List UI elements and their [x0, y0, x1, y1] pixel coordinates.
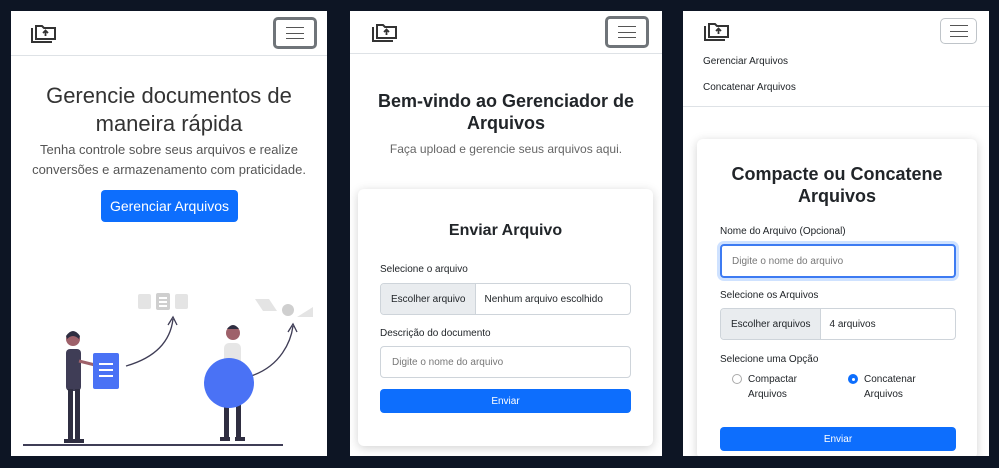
file-label: Selecione o arquivo: [380, 264, 468, 275]
radio-compress[interactable]: [732, 374, 742, 384]
logo-icon[interactable]: [31, 23, 57, 45]
description-input[interactable]: Digite o nome do arquivo: [380, 346, 631, 378]
upload-screen: Bem-vindo ao Gerenciador de Arquivos Faç…: [350, 11, 662, 456]
home-screen: Gerencie documentos de maneira rápida Te…: [11, 11, 327, 456]
logo-icon[interactable]: [372, 22, 398, 44]
welcome-title: Bem-vindo ao Gerenciador de Arquivos: [377, 91, 635, 133]
compress-screen: Gerenciar Arquivos Concatenar Arquivos C…: [683, 11, 989, 456]
manage-files-button[interactable]: Gerenciar Arquivos: [101, 190, 238, 222]
shapes-icon: [255, 299, 313, 317]
hamburger-menu-icon: [286, 27, 304, 39]
card-title: Compacte ou Concatene Arquivos: [731, 164, 943, 206]
menu-toggle-button[interactable]: [940, 18, 977, 44]
file-status: Nenhum arquivo escolhido: [484, 293, 603, 305]
people-documents-illustration: [23, 293, 313, 446]
choose-files-button[interactable]: Escolher arquivos: [721, 309, 822, 339]
person-holding-document: [64, 331, 119, 443]
files-status: 4 arquivos: [829, 318, 876, 330]
submit-button[interactable]: Enviar: [380, 389, 631, 413]
logo-icon[interactable]: [704, 21, 730, 43]
upload-card: Enviar Arquivo Selecione o arquivo Escol…: [358, 189, 653, 446]
documents-icon: [138, 293, 188, 310]
hamburger-menu-icon: [618, 26, 636, 38]
compress-card: Compacte ou Concatene Arquivos Nome do A…: [697, 139, 977, 456]
choose-file-button[interactable]: Escolher arquivo: [381, 284, 477, 314]
submit-button[interactable]: Enviar: [720, 427, 956, 451]
navbar: [350, 11, 662, 54]
menu-toggle-button[interactable]: [273, 17, 317, 49]
hero-title: Gerencie documentos de maneira rápida: [46, 83, 292, 136]
menu-toggle-button[interactable]: [605, 16, 649, 48]
option-label: Selecione uma Opção: [720, 354, 819, 365]
card-title: Enviar Arquivo: [448, 222, 563, 239]
files-label: Selecione os Arquivos: [720, 290, 819, 301]
menu-item-manage-files[interactable]: Gerenciar Arquivos: [703, 56, 788, 67]
radio-compress-label: Compactar Arquivos: [748, 374, 797, 400]
menu-divider: [683, 106, 989, 107]
radio-concatenate[interactable]: [848, 374, 858, 384]
welcome-subtitle: Faça upload e gerencie seus arquivos aqu…: [389, 142, 623, 156]
person-holding-circle: [204, 325, 254, 441]
hamburger-menu-icon: [949, 25, 968, 37]
navbar: [11, 11, 327, 56]
files-input[interactable]: Escolher arquivos 4 arquivos: [720, 308, 956, 340]
hero-text: Tenha controle sobre seus arquivos e rea…: [32, 142, 306, 177]
description-label: Descrição do documento: [380, 328, 491, 339]
file-name-label: Nome do Arquivo (Opcional): [720, 226, 846, 237]
file-name-input[interactable]: Digite o nome do arquivo: [720, 244, 956, 278]
radio-concatenate-label: Concatenar Arquivos: [864, 374, 916, 400]
file-input[interactable]: Escolher arquivo Nenhum arquivo escolhid…: [380, 283, 631, 315]
menu-item-concatenate[interactable]: Concatenar Arquivos: [703, 82, 796, 93]
